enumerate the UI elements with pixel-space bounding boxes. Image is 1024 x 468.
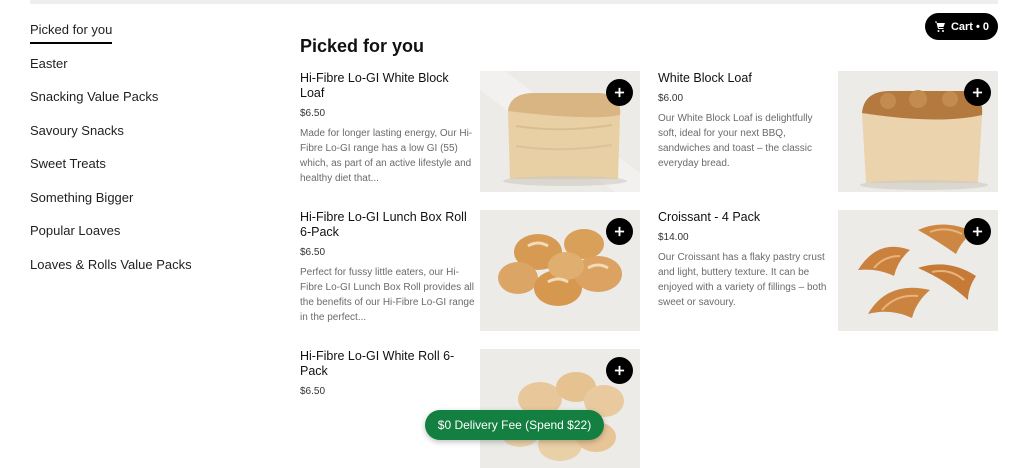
product-description: Perfect for fussy little eaters, our Hi-… xyxy=(300,267,475,323)
product-name: Hi-Fibre Lo-GI Lunch Box Roll 6-Pack xyxy=(300,210,467,239)
sidebar-item-label: Loaves & Rolls Value Packs xyxy=(30,256,192,272)
product-card[interactable]: Hi-Fibre Lo-GI White Block Loaf $6.50 Ma… xyxy=(300,71,640,192)
sidebar-item-label: Something Bigger xyxy=(30,189,134,205)
sidebar-item-loaves-rolls-value-packs[interactable]: Loaves & Rolls Value Packs xyxy=(30,255,260,289)
add-to-cart-button[interactable] xyxy=(606,79,633,106)
sidebar-item-label: Sweet Treats xyxy=(30,156,106,171)
product-info: Hi-Fibre Lo-GI Lunch Box Roll 6-Pack $6.… xyxy=(300,210,476,325)
category-sidebar: Picked for you Easter Snacking Value Pac… xyxy=(30,20,260,288)
sidebar-item-label: Picked for you xyxy=(30,20,113,44)
cart-icon xyxy=(934,21,945,32)
add-to-cart-button[interactable] xyxy=(964,218,991,245)
plus-icon xyxy=(614,87,625,98)
add-to-cart-button[interactable] xyxy=(606,218,633,245)
plus-icon xyxy=(614,365,625,376)
product-price: $6.50 xyxy=(300,386,326,397)
sidebar-item-popular-loaves[interactable]: Popular Loaves xyxy=(30,221,260,255)
product-card[interactable]: White Block Loaf $6.00 Our White Block L… xyxy=(658,71,998,192)
top-divider xyxy=(30,0,998,4)
add-to-cart-button[interactable] xyxy=(964,79,991,106)
sidebar-item-picked-for-you[interactable]: Picked for you xyxy=(30,20,260,54)
sidebar-item-label: Popular Loaves xyxy=(30,223,121,238)
product-price: $6.00 xyxy=(658,93,684,104)
sidebar-item-savoury-snacks[interactable]: Savoury Snacks xyxy=(30,121,260,155)
cart-label: Cart • 0 xyxy=(950,20,990,33)
sidebar-item-label: Savoury Snacks xyxy=(30,122,124,138)
cart-button[interactable]: Cart • 0 xyxy=(925,13,998,40)
product-description: Made for longer lasting energy, Our Hi-F… xyxy=(300,128,473,184)
sidebar-item-easter[interactable]: Easter xyxy=(30,54,260,88)
product-name: White Block Loaf xyxy=(658,71,752,85)
promo-label: $0 Delivery Fee (Spend $22) xyxy=(437,418,592,432)
product-info: Hi-Fibre Lo-GI White Roll 6-Pack $6.50 xyxy=(300,349,476,398)
sidebar-item-sweet-treats[interactable]: Sweet Treats xyxy=(30,154,260,188)
delivery-fee-promo-button[interactable]: $0 Delivery Fee (Spend $22) xyxy=(425,410,604,440)
sidebar-item-something-bigger[interactable]: Something Bigger xyxy=(30,188,260,222)
product-card[interactable]: Croissant - 4 Pack $14.00 Our Croissant … xyxy=(658,210,998,331)
product-info: White Block Loaf $6.00 Our White Block L… xyxy=(658,71,834,171)
product-info: Hi-Fibre Lo-GI White Block Loaf $6.50 Ma… xyxy=(300,71,476,186)
product-description: Our White Block Loaf is delightfully sof… xyxy=(658,113,813,169)
sidebar-item-label: Snacking Value Packs xyxy=(30,89,159,104)
product-description: Our Croissant has a flaky pastry crust a… xyxy=(658,252,827,308)
product-card[interactable]: Hi-Fibre Lo-GI Lunch Box Roll 6-Pack $6.… xyxy=(300,210,640,331)
product-price: $6.50 xyxy=(300,247,326,258)
product-info: Croissant - 4 Pack $14.00 Our Croissant … xyxy=(658,210,834,310)
add-to-cart-button[interactable] xyxy=(606,357,633,384)
product-price: $6.50 xyxy=(300,108,326,119)
sidebar-item-label: Easter xyxy=(30,55,68,71)
plus-icon xyxy=(972,87,983,98)
plus-icon xyxy=(972,226,983,237)
product-name: Hi-Fibre Lo-GI White Roll 6-Pack xyxy=(300,349,455,378)
product-name: Hi-Fibre Lo-GI White Block Loaf xyxy=(300,71,449,100)
product-price: $14.00 xyxy=(658,232,689,243)
plus-icon xyxy=(614,226,625,237)
product-card[interactable]: Hi-Fibre Lo-GI White Roll 6-Pack $6.50 xyxy=(300,349,640,468)
product-name: Croissant - 4 Pack xyxy=(658,210,761,224)
section-title: Picked for you xyxy=(300,36,425,56)
sidebar-item-snacking-value-packs[interactable]: Snacking Value Packs xyxy=(30,87,260,121)
